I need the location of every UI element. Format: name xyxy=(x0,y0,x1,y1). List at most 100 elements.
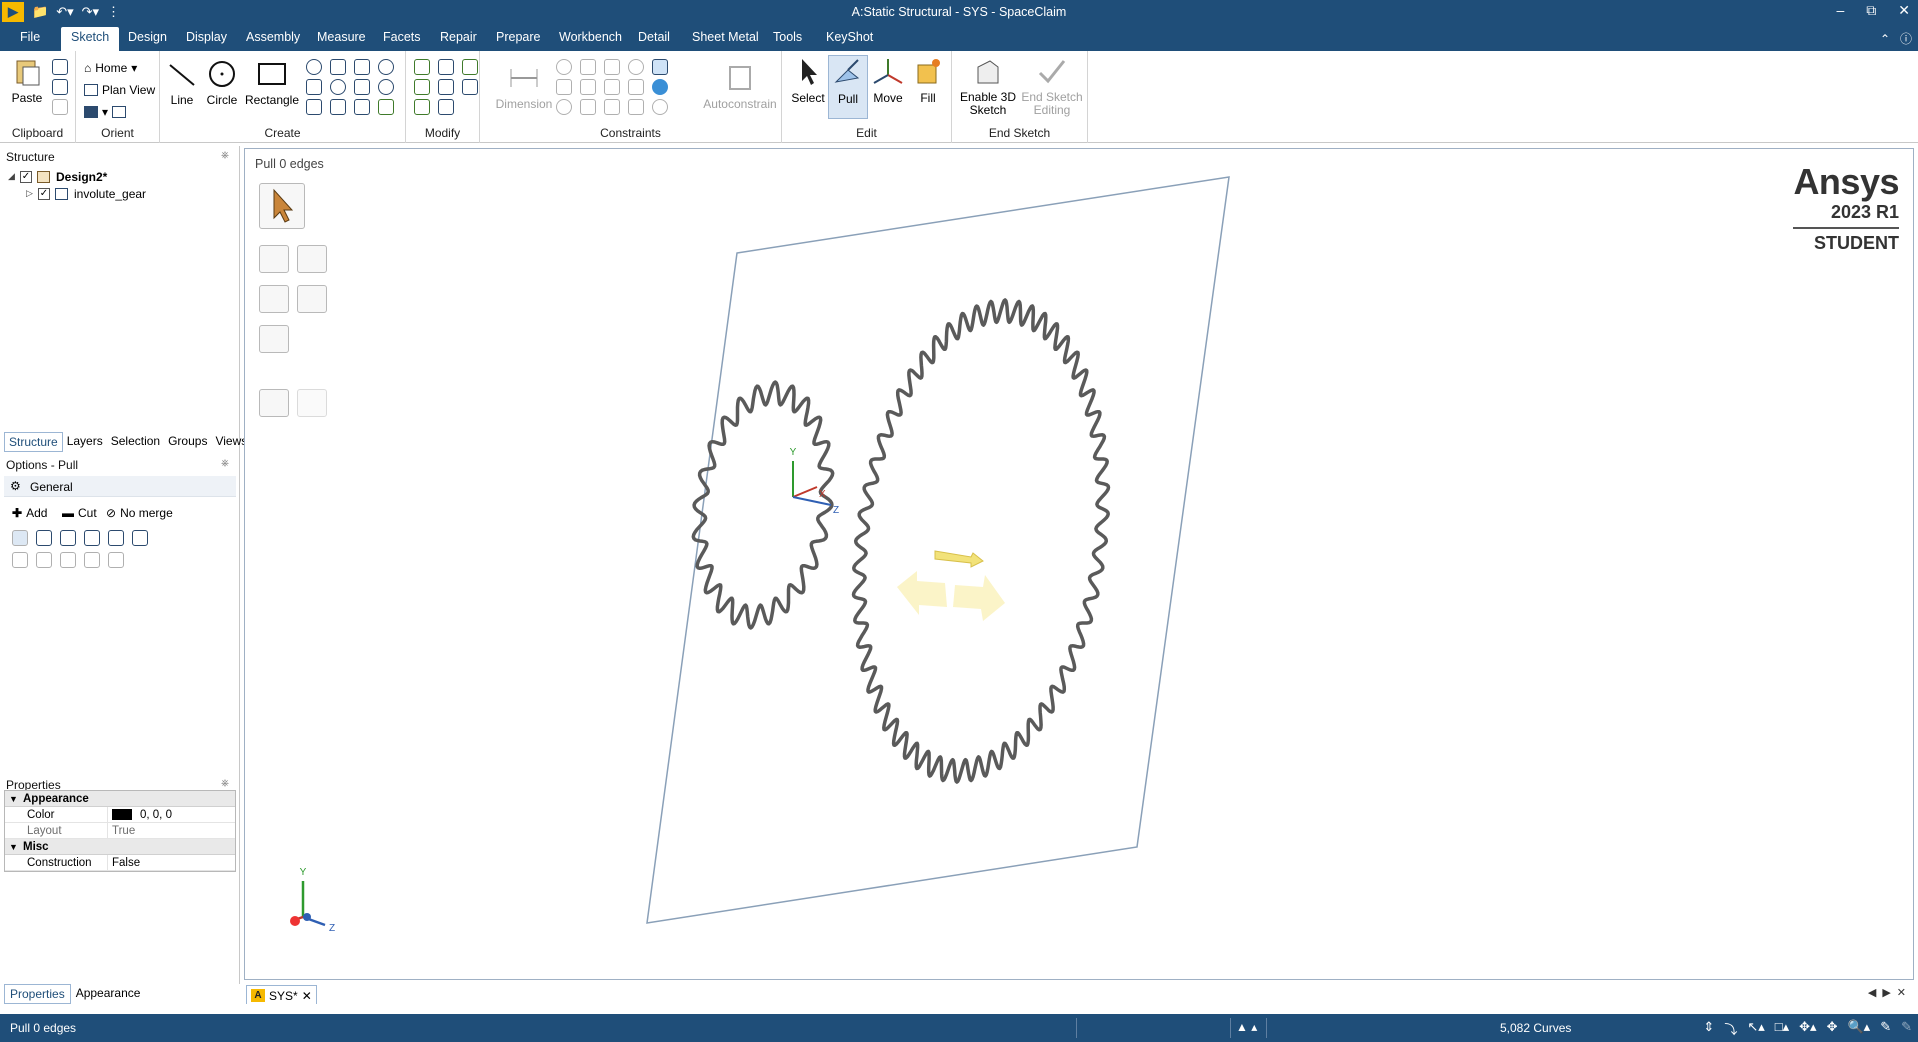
three-point-circle-icon[interactable] xyxy=(330,79,346,95)
sketch-pen-icon[interactable]: ✎ xyxy=(1880,1019,1891,1038)
view-cube-button[interactable]: ▾ xyxy=(84,105,127,119)
help-icon[interactable]: ⌃ ⓘ xyxy=(1880,30,1912,47)
vertical-constraint-icon[interactable] xyxy=(604,79,620,95)
tab-sketch[interactable]: Sketch xyxy=(61,27,120,51)
tab-tools[interactable]: Tools xyxy=(773,30,802,44)
equal-constraint-icon[interactable] xyxy=(604,99,620,115)
scale-icon[interactable] xyxy=(438,99,454,115)
coincident-constraint-icon[interactable] xyxy=(580,59,596,75)
no-merge-option[interactable]: ⊘ No merge xyxy=(106,506,173,520)
tab-facets[interactable]: Facets xyxy=(383,30,421,44)
home-button[interactable]: ⌂ Home ▾ xyxy=(84,61,137,75)
delete-constraint-icon[interactable] xyxy=(652,99,668,115)
symmetric-constraint-icon[interactable] xyxy=(580,99,596,115)
tab-selection[interactable]: Selection xyxy=(107,432,164,452)
line-button[interactable]: Line xyxy=(164,59,200,107)
ellipse-icon[interactable] xyxy=(378,59,394,75)
revolve-face-icon[interactable] xyxy=(60,552,76,568)
copy-edges-icon[interactable] xyxy=(132,530,148,546)
sweep-face-icon[interactable] xyxy=(84,552,100,568)
tab-design[interactable]: Design xyxy=(128,30,167,44)
bend-icon[interactable] xyxy=(414,99,430,115)
tree-item-involute-gear[interactable]: ▷ ✓ involute_gear xyxy=(8,185,146,202)
tab-prepare[interactable]: Prepare xyxy=(496,30,540,44)
offset-face-icon[interactable] xyxy=(12,552,28,568)
construction-line-icon[interactable] xyxy=(306,99,322,115)
plan-view-button[interactable]: Plan View xyxy=(84,83,155,97)
sweep-arc-icon[interactable] xyxy=(354,59,370,75)
box-select-icon[interactable]: □▴ xyxy=(1775,1019,1789,1038)
measure-option-icon[interactable] xyxy=(108,530,124,546)
warning-toggle-icon[interactable]: ▲ ▴ xyxy=(1236,1020,1257,1034)
tab-keyshot[interactable]: KeyShot xyxy=(826,30,873,44)
tab-measure[interactable]: Measure xyxy=(317,30,366,44)
corner-icon[interactable] xyxy=(414,79,430,95)
copy-icon[interactable] xyxy=(52,79,68,95)
offset-curve-icon[interactable] xyxy=(462,59,478,75)
tree-item-design2[interactable]: ◢ ✓ Design2* xyxy=(8,168,146,185)
tab-structure[interactable]: Structure xyxy=(4,432,63,452)
tab-detail[interactable]: Detail xyxy=(638,30,670,44)
trim-away-icon[interactable] xyxy=(438,59,454,75)
large-gear-profile[interactable] xyxy=(851,298,1111,784)
fill-button[interactable]: Fill xyxy=(908,57,948,105)
end-sketch-editing-button[interactable]: End Sketch Editing xyxy=(1020,57,1084,117)
sketch-grid-icon[interactable] xyxy=(378,99,394,115)
property-row-color[interactable]: Color 0, 0, 0 xyxy=(5,806,235,823)
horizontal-constraint-icon[interactable] xyxy=(556,79,572,95)
pivot-edge-icon[interactable] xyxy=(60,530,76,546)
tab-layers[interactable]: Layers xyxy=(63,432,107,452)
close-icon[interactable]: ✕ xyxy=(302,989,312,1003)
tab-workbench[interactable]: Workbench xyxy=(559,30,622,44)
rectangle-button[interactable]: Rectangle xyxy=(244,59,300,107)
select-mode-icon[interactable]: ↖▴ xyxy=(1747,1019,1764,1038)
pin-icon[interactable]: ⎈ xyxy=(221,150,229,161)
minimize-button[interactable]: – xyxy=(1836,2,1844,19)
show-constraints-icon[interactable] xyxy=(652,59,668,75)
draft-face-icon[interactable] xyxy=(108,552,124,568)
expand-icon[interactable]: ▷ xyxy=(26,188,38,199)
pointer-select-icon[interactable]: ⤵ xyxy=(1724,1019,1737,1038)
tab-groups[interactable]: Groups xyxy=(164,432,211,452)
paste-button[interactable]: Paste xyxy=(10,57,44,105)
split-curve-icon[interactable] xyxy=(438,79,454,95)
extrude-face-icon[interactable] xyxy=(36,552,52,568)
midpoint-constraint-icon[interactable] xyxy=(628,79,644,95)
circle-button[interactable]: Circle xyxy=(204,59,240,107)
appearance-category[interactable]: ▼ Appearance xyxy=(5,791,235,807)
perpendicular-constraint-icon[interactable] xyxy=(580,79,596,95)
concentric-constraint-icon[interactable] xyxy=(628,59,644,75)
restore-button[interactable]: ⧉ xyxy=(1866,2,1876,19)
collinear-constraint-icon[interactable] xyxy=(628,99,644,115)
autoconstrain-button[interactable]: Autoconstrain xyxy=(702,63,778,111)
project-icon[interactable] xyxy=(462,79,478,95)
cut-icon[interactable] xyxy=(52,59,68,75)
zoom-icon[interactable]: 🔍▴ xyxy=(1847,1019,1870,1038)
parallel-constraint-icon[interactable] xyxy=(604,59,620,75)
polygon-icon[interactable] xyxy=(306,59,322,75)
pull-both-sides-icon[interactable] xyxy=(12,530,28,546)
tab-appearance[interactable]: Appearance xyxy=(71,984,146,1004)
close-button[interactable]: ✕ xyxy=(1898,2,1910,19)
tab-repair[interactable]: Repair xyxy=(440,30,477,44)
spin-icon[interactable]: ⇕ xyxy=(1703,1019,1714,1038)
format-painter-icon[interactable] xyxy=(52,99,68,115)
three-point-arc-icon[interactable] xyxy=(354,79,370,95)
collapse-icon[interactable]: ◢ xyxy=(8,171,20,182)
pin-icon[interactable]: ⎈ xyxy=(221,778,229,789)
property-row-construction[interactable]: Construction False xyxy=(5,854,235,871)
misc-category[interactable]: ▼ Misc xyxy=(5,839,235,855)
visibility-checkbox[interactable]: ✓ xyxy=(38,187,50,200)
tab-assembly[interactable]: Assembly xyxy=(246,30,300,44)
draft-option-icon[interactable] xyxy=(84,530,100,546)
constraint-visibility-icon[interactable] xyxy=(652,79,668,95)
graphics-viewport[interactable]: Pull 0 edges Ansys 2023 R1 STUDENT Y X Z xyxy=(244,148,1914,980)
sketch-plane[interactable] xyxy=(646,176,1230,924)
sketch-pen-disabled-icon[interactable]: ✎ xyxy=(1901,1019,1912,1038)
pull-handle-arrows[interactable] xyxy=(897,550,1005,621)
tab-scroll-arrows[interactable]: ◀▶✕ xyxy=(1868,986,1912,999)
move-button[interactable]: Move xyxy=(868,57,908,105)
fix-constraint-icon[interactable] xyxy=(556,99,572,115)
arc-icon[interactable] xyxy=(354,99,370,115)
tangent-constraint-icon[interactable] xyxy=(556,59,572,75)
